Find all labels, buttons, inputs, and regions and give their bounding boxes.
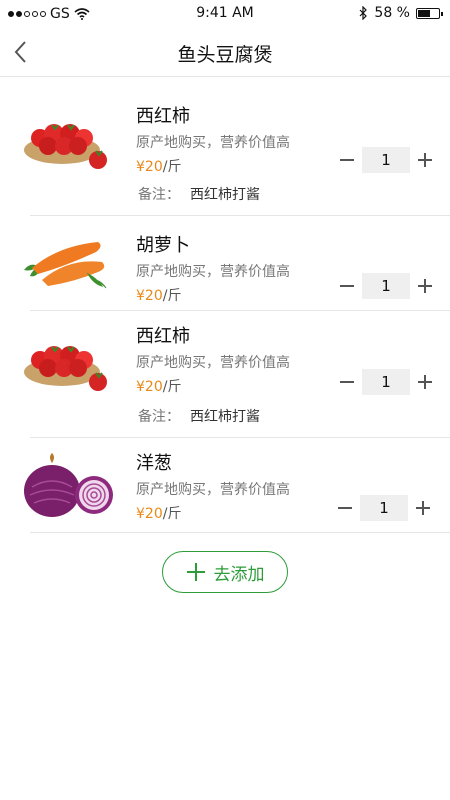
price-amount: ¥20 <box>136 506 163 522</box>
quantity-value[interactable]: 1 <box>362 273 410 299</box>
carrot-image <box>24 242 107 289</box>
item-info: 西红柿 原产地购买，营养价值高 ¥20/斤 <box>136 102 290 176</box>
list-item: 西红柿 原产地购买，营养价值高 ¥20/斤 备注： 西红柿打酱 1 <box>24 310 450 438</box>
item-name: 洋葱 <box>136 453 172 474</box>
navigation-bar: 鱼头豆腐煲 <box>0 28 450 77</box>
onion-image <box>24 453 113 517</box>
page-title: 鱼头豆腐煲 <box>177 44 273 66</box>
plus-icon <box>186 563 205 581</box>
status-bar: GS 9:41 AM 58 % <box>0 0 450 28</box>
item-description: 原产地购买，营养价值高 <box>136 355 290 371</box>
item-price: ¥20/斤 <box>136 503 290 523</box>
item-description: 原产地购买，营养价值高 <box>136 482 290 498</box>
bluetooth-icon <box>359 6 368 20</box>
quantity-stepper: 1 <box>336 273 436 299</box>
item-description: 原产地购买，营养价值高 <box>136 135 290 151</box>
price-unit: /斤 <box>162 288 182 304</box>
tomato-image <box>24 124 107 169</box>
quantity-value[interactable]: 1 <box>362 369 410 395</box>
price-unit: /斤 <box>162 379 182 395</box>
item-name: 胡萝卜 <box>136 235 190 256</box>
status-right: 58 % <box>358 5 443 21</box>
decrease-button[interactable] <box>336 273 358 299</box>
item-price: ¥20/斤 <box>136 156 290 176</box>
item-name: 西红柿 <box>136 326 190 347</box>
note-value: 西红柿打酱 <box>190 187 260 203</box>
battery-icon <box>416 7 443 19</box>
quantity-stepper: 1 <box>336 147 436 173</box>
tomato-image <box>24 346 107 391</box>
item-price: ¥20/斤 <box>136 376 290 396</box>
add-item-button[interactable]: 去添加 <box>162 551 288 593</box>
minus-icon <box>340 381 354 383</box>
price-amount: ¥20 <box>136 288 163 304</box>
item-note: 备注： 西红柿打酱 <box>138 406 260 426</box>
increase-button[interactable] <box>414 273 436 299</box>
increase-button[interactable] <box>412 495 434 521</box>
price-amount: ¥20 <box>136 159 163 175</box>
increase-button[interactable] <box>414 369 436 395</box>
quantity-stepper: 1 <box>336 369 436 395</box>
list-item: 胡萝卜 原产地购买，营养价值高 ¥20/斤 1 <box>24 215 450 311</box>
price-unit: /斤 <box>162 159 182 175</box>
minus-icon <box>338 507 352 509</box>
decrease-button[interactable] <box>336 369 358 395</box>
item-name: 西红柿 <box>136 106 190 127</box>
plus-icon <box>418 375 432 389</box>
plus-icon <box>418 153 432 167</box>
list-item: 洋葱 原产地购买，营养价值高 ¥20/斤 1 <box>24 437 450 533</box>
item-info: 胡萝卜 原产地购买，营养价值高 ¥20/斤 <box>136 231 290 305</box>
quantity-value[interactable]: 1 <box>362 147 410 173</box>
price-amount: ¥20 <box>136 379 163 395</box>
price-unit: /斤 <box>162 506 182 522</box>
list-item: 西红柿 原产地购买，营养价值高 ¥20/斤 备注： 西红柿打酱 1 <box>24 78 450 216</box>
plus-icon <box>418 279 432 293</box>
increase-button[interactable] <box>414 147 436 173</box>
note-label: 备注： <box>138 187 180 203</box>
item-price: ¥20/斤 <box>136 285 290 305</box>
note-value: 西红柿打酱 <box>190 409 260 425</box>
minus-icon <box>340 285 354 287</box>
note-label: 备注： <box>138 409 180 425</box>
minus-icon <box>340 159 354 161</box>
battery-percentage: 58 % <box>374 5 410 21</box>
item-description: 原产地购买，营养价值高 <box>136 264 290 280</box>
item-info: 西红柿 原产地购买，营养价值高 ¥20/斤 <box>136 322 290 396</box>
quantity-stepper: 1 <box>334 495 434 521</box>
decrease-button[interactable] <box>336 147 358 173</box>
decrease-button[interactable] <box>334 495 356 521</box>
item-note: 备注： 西红柿打酱 <box>138 184 260 204</box>
plus-icon <box>416 501 430 515</box>
quantity-value[interactable]: 1 <box>360 495 408 521</box>
add-item-label: 去添加 <box>213 564 265 585</box>
item-info: 洋葱 原产地购买，营养价值高 ¥20/斤 <box>136 449 290 523</box>
